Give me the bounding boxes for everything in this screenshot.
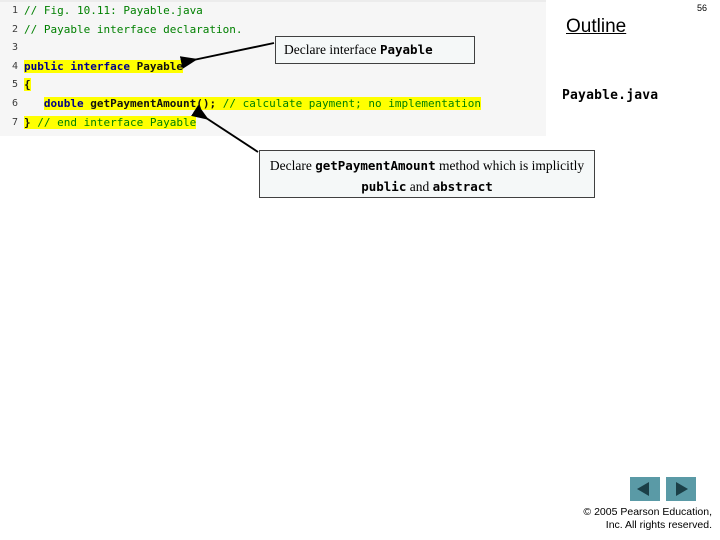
- code-token: // Payable interface declaration.: [24, 22, 243, 36]
- code-token: interface: [70, 59, 130, 73]
- copyright-line-1: © 2005 Pearson Education,: [583, 506, 712, 518]
- copyright-line-2: Inc. All rights reserved.: [605, 519, 712, 531]
- code-line-number: 6: [11, 98, 18, 109]
- callout-code-term: public: [361, 179, 407, 194]
- code-token: [216, 97, 223, 110]
- outline-heading: Outline: [566, 16, 627, 37]
- code-line-text: // Fig. 10.11: Payable.java: [24, 2, 203, 19]
- code-line-text: // Payable interface declaration.: [24, 21, 243, 38]
- code-token: }: [24, 115, 31, 129]
- code-line-text: } // end interface Payable: [24, 114, 197, 131]
- triangle-left-icon: [637, 482, 649, 496]
- code-token: Payable: [136, 59, 183, 73]
- code-line-number: 2: [11, 23, 18, 35]
- callout-declare-method: Declare getPaymentAmount method which is…: [259, 150, 595, 198]
- callout-text: Declare: [269, 158, 316, 173]
- code-token: // calculate payment; no implementation: [222, 97, 481, 110]
- outline-filename: Payable.java: [562, 88, 659, 103]
- callout-code-term: Payable: [379, 42, 433, 57]
- callout-code-term: getPaymentAmount: [315, 158, 436, 173]
- triangle-right-icon: [676, 482, 688, 496]
- code-token: {: [24, 78, 31, 92]
- callout-text: method which is implicitly: [435, 158, 585, 173]
- code-listing-panel: 1 // Fig. 10.11: Payable.java 2 // Payable …: [0, 0, 546, 136]
- previous-slide-button[interactable]: [630, 477, 660, 501]
- code-line-number: 7: [11, 116, 18, 128]
- code-line-number: 5: [11, 79, 18, 91]
- callout-text: and: [406, 179, 433, 194]
- code-line-text: double getPaymentAmount(); // calculate …: [24, 95, 481, 112]
- code-token: // end interface Payable: [37, 115, 197, 129]
- code-line-text: {: [24, 76, 31, 93]
- callout-text: Declare interface: [284, 42, 380, 57]
- code-token: public: [24, 59, 64, 73]
- next-slide-button[interactable]: [666, 477, 696, 501]
- callout-code-term: abstract: [432, 179, 493, 194]
- code-token: // Fig. 10.11: Payable.java: [24, 4, 203, 17]
- code-token: getPaymentAmount();: [90, 97, 217, 110]
- callout-declare-interface: Declare interface Payable: [275, 36, 475, 64]
- code-line-number: 4: [11, 60, 18, 72]
- copyright-notice: © 2005 Pearson Education, Inc. All right…: [440, 506, 712, 532]
- page-number: 56: [697, 3, 708, 13]
- code-line-number: 3: [11, 42, 18, 54]
- code-line-number: 1: [11, 5, 18, 16]
- code-line-text: public interface Payable: [24, 58, 183, 75]
- code-token: [129, 59, 137, 73]
- slide-navigation: [630, 477, 700, 501]
- code-token: double: [43, 97, 84, 110]
